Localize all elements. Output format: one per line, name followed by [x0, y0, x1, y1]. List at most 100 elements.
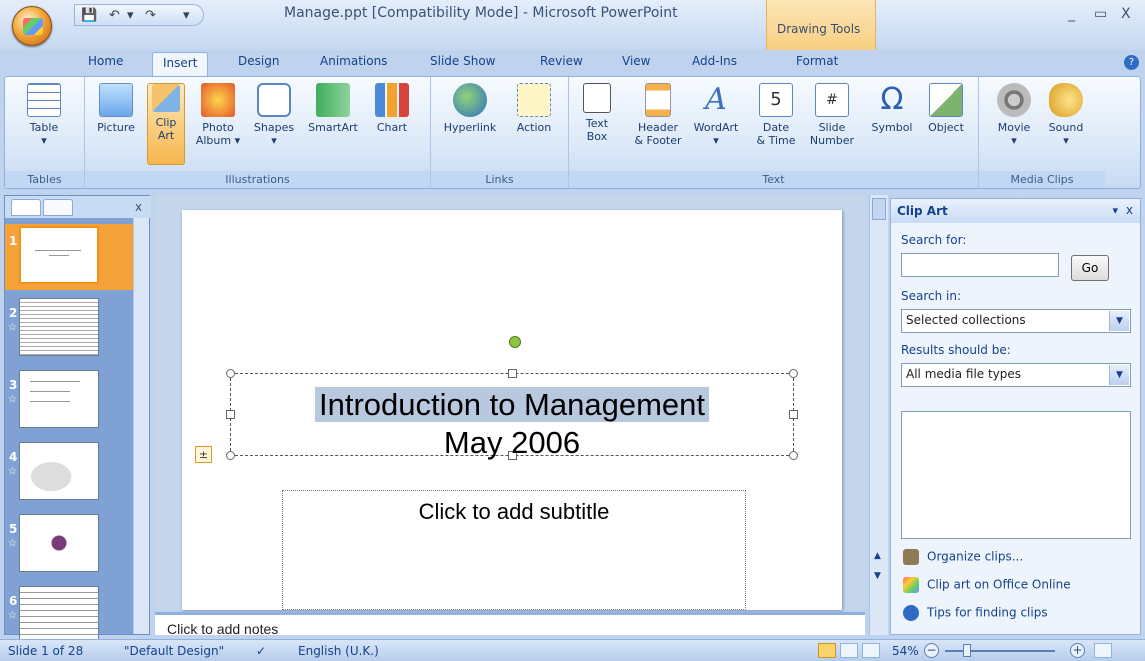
title-line-2: May 2006 — [443, 425, 581, 460]
outline-tab[interactable] — [43, 199, 73, 216]
normal-view-icon[interactable] — [818, 643, 836, 658]
tab-review[interactable]: Review — [540, 54, 583, 68]
wordart-button[interactable]: A WordArt ▾ — [691, 83, 741, 148]
action-button[interactable]: Action — [509, 83, 559, 134]
movie-button[interactable]: Movie ▾ — [991, 83, 1037, 147]
shapes-button[interactable]: Shapes ▾ — [249, 83, 299, 147]
undo-icon[interactable]: ↶ — [109, 8, 120, 23]
slides-pane-scrollbar[interactable] — [133, 218, 149, 634]
fit-to-window-icon[interactable] — [1094, 643, 1112, 658]
resize-handle[interactable] — [789, 369, 798, 378]
photo-album-button[interactable]: Photo Album ▾ — [195, 83, 241, 147]
tab-home[interactable]: Home — [88, 54, 123, 68]
chart-button[interactable]: Chart — [369, 83, 415, 134]
slide-number: 2 — [9, 306, 18, 320]
drawing-tools-context: Drawing Tools — [766, 0, 876, 50]
tab-add-ins[interactable]: Add-Ins — [692, 54, 737, 68]
group-label-text: Text — [569, 171, 978, 188]
redo-icon[interactable]: ↷ — [145, 8, 156, 23]
chevron-down-icon: ▼ — [1109, 365, 1129, 385]
autofit-options-icon[interactable]: ± — [195, 446, 212, 463]
clip-art-online-link[interactable]: Clip art on Office Online — [903, 577, 1071, 593]
rotation-handle[interactable] — [509, 336, 521, 348]
previous-slide-icon[interactable]: ▲ — [874, 551, 881, 561]
results-list[interactable] — [901, 411, 1131, 539]
hyperlink-button[interactable]: Hyperlink — [437, 83, 503, 134]
header-footer-label-1: Header — [637, 121, 679, 134]
tab-slide-show[interactable]: Slide Show — [430, 54, 495, 68]
sound-button[interactable]: Sound ▾ — [1043, 83, 1089, 147]
maximize-button[interactable]: ▭ — [1094, 6, 1107, 22]
editor-scrollbar[interactable]: ▲ ▼ — [869, 195, 888, 635]
slide-number-label-2: Number — [809, 134, 855, 147]
table-button[interactable]: Table ▾ — [13, 83, 75, 147]
slide-thumbnail-4[interactable]: 4 ☆ — [5, 440, 135, 506]
tab-design[interactable]: Design — [238, 54, 279, 68]
slide-thumbnail-5[interactable]: 5 ☆ — [5, 512, 135, 578]
task-pane-menu-icon[interactable]: ▾ — [1112, 204, 1118, 217]
office-button[interactable] — [12, 6, 52, 46]
zoom-slider-thumb[interactable] — [963, 644, 971, 657]
slides-pane: x 1 2 ☆ 3 ☆ 4 ☆ 5 ☆ 6 ☆ — [4, 195, 151, 644]
header-footer-button[interactable]: Header & Footer — [631, 83, 685, 147]
organize-clips-label: Organize clips... — [927, 549, 1024, 564]
movie-label: Movie — [997, 121, 1031, 134]
date-time-button[interactable]: 5 Date & Time — [753, 83, 799, 147]
slide-show-view-icon[interactable] — [862, 643, 880, 658]
office-logo-icon — [23, 18, 43, 35]
help-icon — [903, 605, 919, 621]
task-pane-close-icon[interactable]: x — [1126, 203, 1133, 217]
slide-sorter-view-icon[interactable] — [840, 643, 858, 658]
slide-thumbnail-2[interactable]: 2 ☆ — [5, 296, 135, 362]
help-icon[interactable]: ? — [1124, 55, 1139, 70]
title-placeholder[interactable]: Introduction to Management May 2006 — [226, 369, 798, 460]
pane-close-icon[interactable]: x — [135, 200, 142, 214]
close-button[interactable]: X — [1121, 6, 1131, 22]
notes-pane[interactable]: Click to add notes — [155, 612, 865, 637]
text-box-button[interactable]: Text Box — [579, 83, 615, 143]
search-input[interactable] — [901, 253, 1059, 277]
smartart-button[interactable]: SmartArt — [303, 83, 363, 134]
language[interactable]: English (U.K.) — [298, 644, 379, 658]
object-button[interactable]: Object — [921, 83, 971, 134]
minimize-button[interactable]: _ — [1068, 6, 1075, 22]
tips-link[interactable]: Tips for finding clips — [903, 605, 1048, 621]
tab-insert[interactable]: Insert — [152, 52, 209, 78]
slides-tab[interactable] — [11, 199, 41, 216]
zoom-slider[interactable] — [945, 650, 1055, 652]
thumbnail-image — [19, 298, 99, 356]
thumbnail-image — [19, 586, 99, 644]
tab-animations[interactable]: Animations — [320, 54, 387, 68]
resize-handle[interactable] — [226, 369, 235, 378]
next-slide-icon[interactable]: ▼ — [874, 571, 881, 581]
tab-format[interactable]: Format — [796, 54, 838, 68]
symbol-button[interactable]: Ω Symbol — [867, 83, 917, 135]
office-online-icon — [903, 577, 919, 593]
slide-title[interactable]: Introduction to Management May 2006 — [231, 386, 793, 462]
results-select[interactable]: All media file types ▼ — [901, 363, 1131, 387]
slide-number: 6 — [9, 594, 18, 608]
save-icon[interactable]: 💾 — [81, 8, 97, 23]
picture-button[interactable]: Picture — [91, 83, 141, 134]
animation-star-icon: ☆ — [8, 538, 17, 549]
undo-dropdown-icon[interactable]: ▾ — [127, 8, 134, 23]
resize-handle[interactable] — [508, 369, 517, 378]
zoom-out-icon[interactable]: − — [924, 643, 939, 658]
animation-star-icon: ☆ — [8, 322, 17, 333]
go-button[interactable]: Go — [1071, 255, 1109, 281]
slide-thumbnail-3[interactable]: 3 ☆ — [5, 368, 135, 434]
search-in-select[interactable]: Selected collections ▼ — [901, 309, 1131, 333]
zoom-in-icon[interactable]: + — [1070, 643, 1085, 658]
customize-qat-icon[interactable]: ▾ — [183, 8, 190, 23]
slide-thumbnail-1[interactable]: 1 — [5, 224, 135, 290]
organize-clips-link[interactable]: Organize clips... — [903, 549, 1023, 565]
tab-view[interactable]: View — [622, 54, 650, 68]
scroll-thumb[interactable] — [872, 198, 886, 220]
subtitle-placeholder[interactable]: Click to add subtitle — [282, 490, 746, 610]
symbol-label: Symbol — [871, 121, 913, 134]
slide-number-button[interactable]: # Slide Number — [805, 83, 859, 147]
clip-art-button[interactable]: Clip Art — [147, 83, 185, 165]
dropdown-arrow-icon: ▾ — [1011, 134, 1017, 147]
spell-check-icon[interactable]: ✓ — [256, 644, 266, 658]
zoom-level[interactable]: 54% — [892, 644, 919, 658]
